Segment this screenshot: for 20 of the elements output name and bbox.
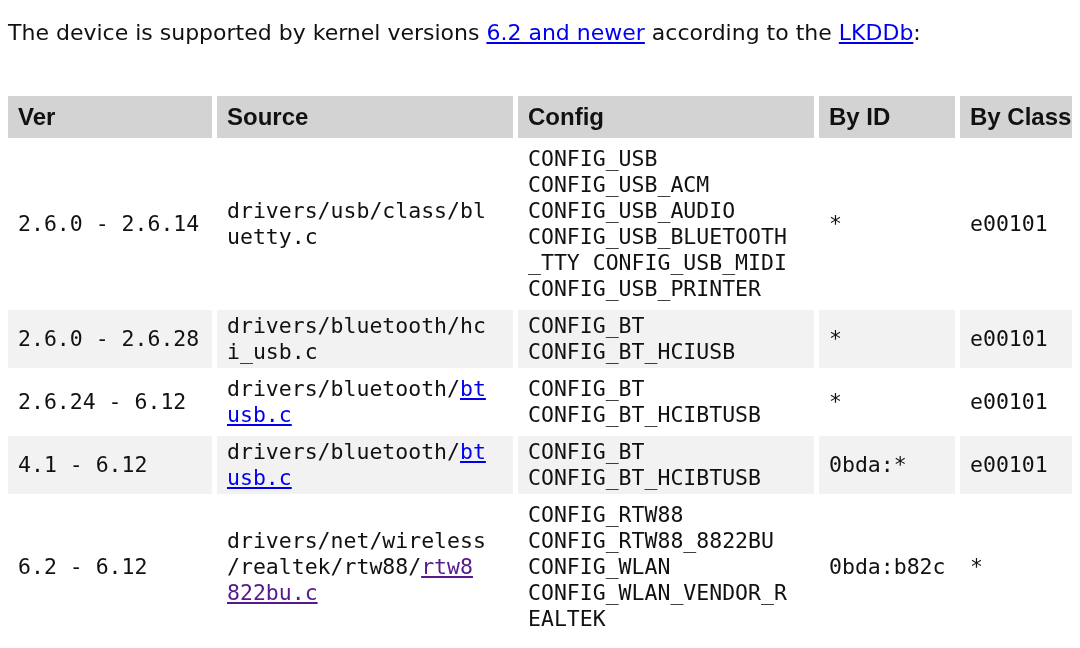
table-cell: CONFIG_BT CONFIG_BT_HCIUSB [518, 310, 814, 368]
intro-sentence: The device is supported by kernel versions 6.2 and newer according to the LKDDb: [7, 19, 922, 47]
table-cell: CONFIG_BT CONFIG_BT_HCIBTUSB [518, 436, 814, 494]
column-header: Source [217, 96, 513, 138]
text-link[interactable]: 6.2 and newer [486, 20, 645, 45]
table-cell: * [819, 310, 955, 368]
column-header: Ver [8, 96, 212, 138]
table-cell: 2.6.0 - 2.6.28 [8, 310, 212, 368]
source-path[interactable]: drivers/net/wireless/realtek/rtw88/rtw8822bu.c [227, 528, 486, 606]
text-link[interactable]: LKDDb [838, 20, 914, 45]
column-header: Config [518, 96, 814, 138]
column-header: By ID [819, 96, 955, 138]
table-cell: 4.1 - 6.12 [8, 436, 212, 494]
table-cell: 0bda:* [819, 436, 955, 494]
column-header: By Class [960, 96, 1072, 138]
source-path[interactable]: drivers/bluetooth/btusb.c [227, 376, 486, 428]
table-cell: e00101 [960, 436, 1072, 494]
table-cell: drivers/bluetooth/hci_usb.c [217, 310, 513, 368]
table-cell: e00101 [960, 310, 1072, 368]
source-path[interactable]: drivers/bluetooth/btusb.c [227, 439, 486, 491]
